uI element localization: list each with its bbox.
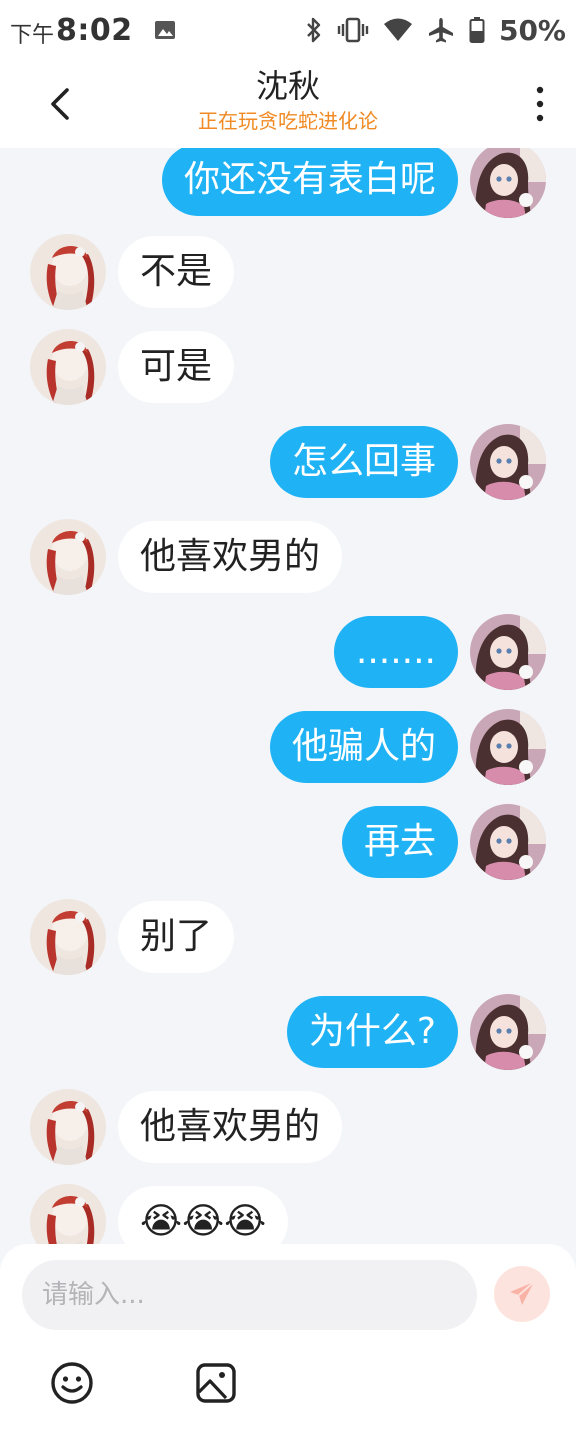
battery-percentage: 50%: [498, 13, 566, 47]
message-bubble[interactable]: 他骗人的: [269, 711, 458, 783]
vibrate-icon: [337, 17, 369, 43]
message-row-received: 他喜欢男的: [0, 1089, 576, 1165]
message-bubble[interactable]: .......: [333, 616, 458, 688]
message-bubble[interactable]: 怎么回事: [269, 426, 458, 498]
message-row-sent: 怎么回事: [0, 424, 576, 500]
message-bubble[interactable]: 他喜欢男的: [118, 521, 343, 593]
status-time: 8:02: [56, 12, 133, 48]
input-panel: [0, 1244, 576, 1440]
message-list[interactable]: 你还没有表白呢不是可是 怎么回事他喜欢男的....... 他骗人的再去别了 为什么? 他…: [0, 148, 576, 1244]
user-avatar[interactable]: [470, 614, 546, 690]
message-row-sent: 你还没有表白呢: [0, 148, 576, 218]
image-icon[interactable]: [193, 1360, 239, 1406]
photo-notification-icon: [154, 21, 175, 39]
message-row-sent: 再去: [0, 804, 576, 880]
user-avatar[interactable]: [470, 804, 546, 880]
message-bubble[interactable]: 为什么?: [286, 996, 458, 1068]
message-bubble[interactable]: 你还没有表白呢: [161, 148, 458, 216]
message-row-received: 不是: [0, 234, 576, 310]
airplane-icon: [428, 18, 453, 43]
contact-avatar[interactable]: [30, 519, 106, 595]
more-icon[interactable]: [528, 84, 552, 124]
message-row-received: 他喜欢男的: [0, 519, 576, 595]
message-bubble[interactable]: 别了: [118, 901, 235, 973]
user-avatar[interactable]: [470, 709, 546, 785]
bluetooth-icon: [307, 17, 321, 43]
message-row-sent: .......: [0, 614, 576, 690]
contact-avatar[interactable]: [30, 234, 106, 310]
message-row-sent: 为什么?: [0, 994, 576, 1070]
user-avatar[interactable]: [470, 424, 546, 500]
message-row-received: 别了: [0, 899, 576, 975]
contact-status: 正在玩贪吃蛇进化论: [198, 109, 378, 133]
message-row-received: 😭😭😭: [0, 1184, 576, 1244]
status-bar: 下午 8:02 50%: [0, 0, 576, 60]
message-row-received: 可是: [0, 329, 576, 405]
status-icons: 50%: [305, 14, 566, 47]
contact-name: 沈秋: [255, 67, 320, 105]
contact-avatar[interactable]: [30, 1089, 106, 1165]
user-avatar[interactable]: [470, 994, 546, 1070]
user-avatar[interactable]: [470, 148, 546, 218]
battery-icon: [469, 17, 485, 43]
message-bubble[interactable]: 再去: [341, 806, 458, 878]
wifi-icon: [383, 18, 412, 41]
chat-header: 沈秋 正在玩贪吃蛇进化论: [0, 60, 576, 148]
contact-avatar[interactable]: [30, 329, 106, 405]
contact-avatar[interactable]: [30, 899, 106, 975]
message-bubble[interactable]: 可是: [118, 331, 235, 403]
status-ampm: 下午: [10, 23, 55, 48]
contact-avatar[interactable]: [30, 1184, 106, 1244]
message-bubble[interactable]: 不是: [118, 236, 235, 308]
message-row-sent: 他骗人的: [0, 709, 576, 785]
message-bubble[interactable]: 😭😭😭: [118, 1186, 289, 1244]
send-button[interactable]: [494, 1266, 550, 1322]
message-bubble[interactable]: 他喜欢男的: [118, 1091, 343, 1163]
send-icon: [510, 1281, 535, 1305]
message-input[interactable]: [22, 1260, 477, 1330]
emoji-icon[interactable]: [49, 1360, 95, 1406]
